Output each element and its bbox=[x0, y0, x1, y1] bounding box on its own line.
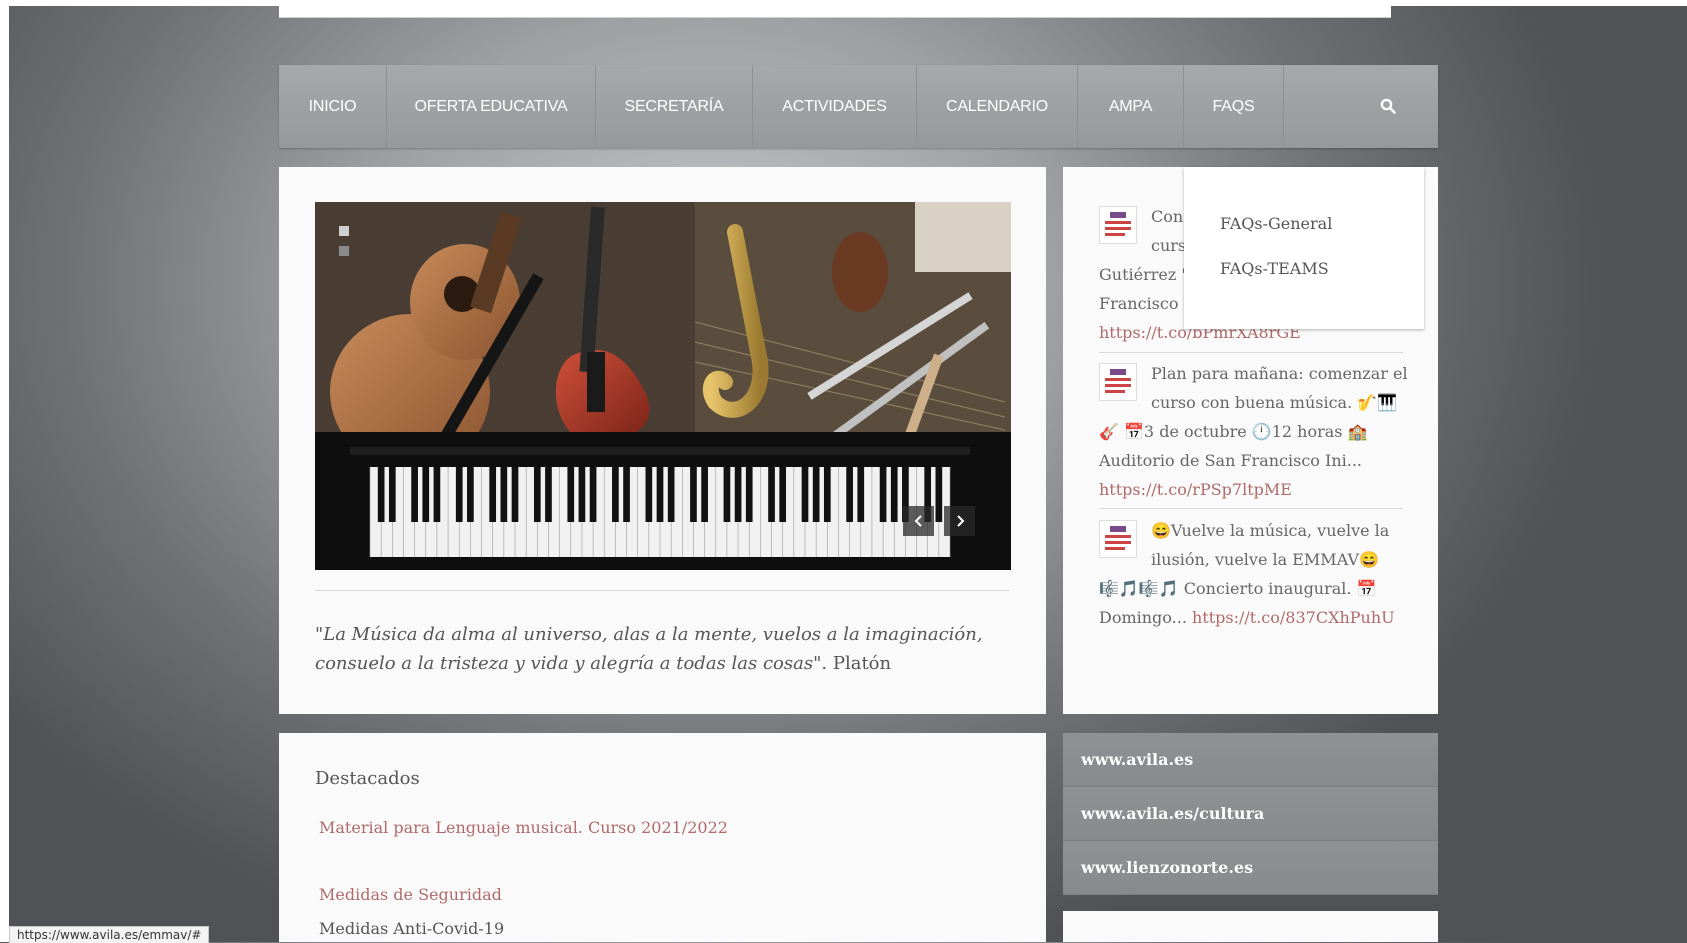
slider-next-button[interactable] bbox=[944, 506, 975, 536]
link-avila-cultura[interactable]: www.avila.es/cultura bbox=[1063, 787, 1438, 841]
tweet-2-line4: Auditorio de San Francisco Ini... bbox=[1099, 451, 1363, 470]
slider-prev-button[interactable] bbox=[903, 506, 934, 536]
tweet-3-line3: 🎼🎵🎼🎵 Concierto inaugural. 📅 bbox=[1099, 579, 1377, 598]
featured-link-seguridad[interactable]: Medidas de Seguridad bbox=[319, 885, 502, 904]
chevron-right-icon bbox=[956, 515, 964, 527]
featured-link-material[interactable]: Material para Lenguaje musical. Curso 20… bbox=[319, 818, 728, 837]
avatar bbox=[1099, 520, 1137, 558]
slider-dot-1[interactable] bbox=[339, 226, 349, 236]
nav-ampa[interactable]: AMPA bbox=[1078, 65, 1184, 148]
avatar bbox=[1099, 363, 1137, 401]
tweet-separator bbox=[1099, 508, 1403, 509]
main-nav: INICIO OFERTA EDUCATIVA SECRETARÍA ACTIV… bbox=[279, 65, 1438, 148]
featured-text-covid: Medidas Anti-Covid-19 bbox=[319, 919, 505, 938]
tweet-2-link[interactable]: https://t.co/rPSp7ltpME bbox=[1099, 480, 1292, 499]
slider-divider bbox=[315, 590, 1009, 591]
slider-dots bbox=[339, 226, 349, 266]
header-bar bbox=[279, 6, 1391, 18]
dropdown-item-faqs-teams[interactable]: FAQs-TEAMS bbox=[1220, 259, 1329, 278]
external-links: www.avila.es www.avila.es/cultura www.li… bbox=[1063, 733, 1438, 895]
sidebar-card bbox=[1063, 911, 1438, 942]
featured-title: Destacados bbox=[315, 768, 420, 789]
nav-calendario[interactable]: CALENDARIO bbox=[917, 65, 1078, 148]
tweet-3-line4: Domingo... https://t.co/837CXhPuhU bbox=[1099, 603, 1409, 632]
chevron-left-icon bbox=[914, 515, 922, 527]
tweet-2-text: Plan para mañana: comenzar el curso con … bbox=[1151, 364, 1408, 412]
slider-dot-2[interactable] bbox=[339, 246, 349, 256]
nav-inicio[interactable]: INICIO bbox=[279, 65, 387, 148]
tweet-separator bbox=[1099, 352, 1403, 353]
tweet-2-line3: 🎸 📅3 de octubre 🕛12 horas 🏫 bbox=[1099, 422, 1368, 441]
link-lienzonorte[interactable]: www.lienzonorte.es bbox=[1063, 841, 1438, 895]
tweet-2: Plan para mañana: comenzar el curso con … bbox=[1099, 359, 1409, 504]
avatar bbox=[1099, 206, 1137, 244]
nav-oferta-educativa[interactable]: OFERTA EDUCATIVA bbox=[387, 65, 596, 148]
tweet-3: 😄Vuelve la música, vuelve la ilusión, vu… bbox=[1099, 516, 1409, 632]
search-icon[interactable] bbox=[1380, 98, 1396, 114]
nav-actividades[interactable]: ACTIVIDADES bbox=[753, 65, 917, 148]
faqs-dropdown: FAQs-General FAQs-TEAMS bbox=[1184, 167, 1424, 329]
quote-author: Platón bbox=[832, 653, 892, 674]
featured-card bbox=[279, 733, 1046, 942]
image-slider bbox=[315, 202, 1011, 570]
status-bar-url: https://www.avila.es/emmav/# bbox=[9, 926, 210, 943]
tweet-3-link[interactable]: https://t.co/837CXhPuhU bbox=[1192, 608, 1395, 627]
dropdown-item-faqs-general[interactable]: FAQs-General bbox=[1220, 214, 1332, 233]
quote-block: "La Música da alma al universo, alas a l… bbox=[315, 620, 1005, 678]
nav-secretaria[interactable]: SECRETARÍA bbox=[596, 65, 753, 148]
tweet-3-text-end: Domingo... bbox=[1099, 608, 1187, 627]
nav-faqs[interactable]: FAQS bbox=[1184, 65, 1284, 148]
link-avila[interactable]: www.avila.es bbox=[1063, 733, 1438, 787]
tweet-3-text: 😄Vuelve la música, vuelve la ilusión, vu… bbox=[1151, 521, 1390, 569]
window-edge bbox=[0, 0, 9, 942]
